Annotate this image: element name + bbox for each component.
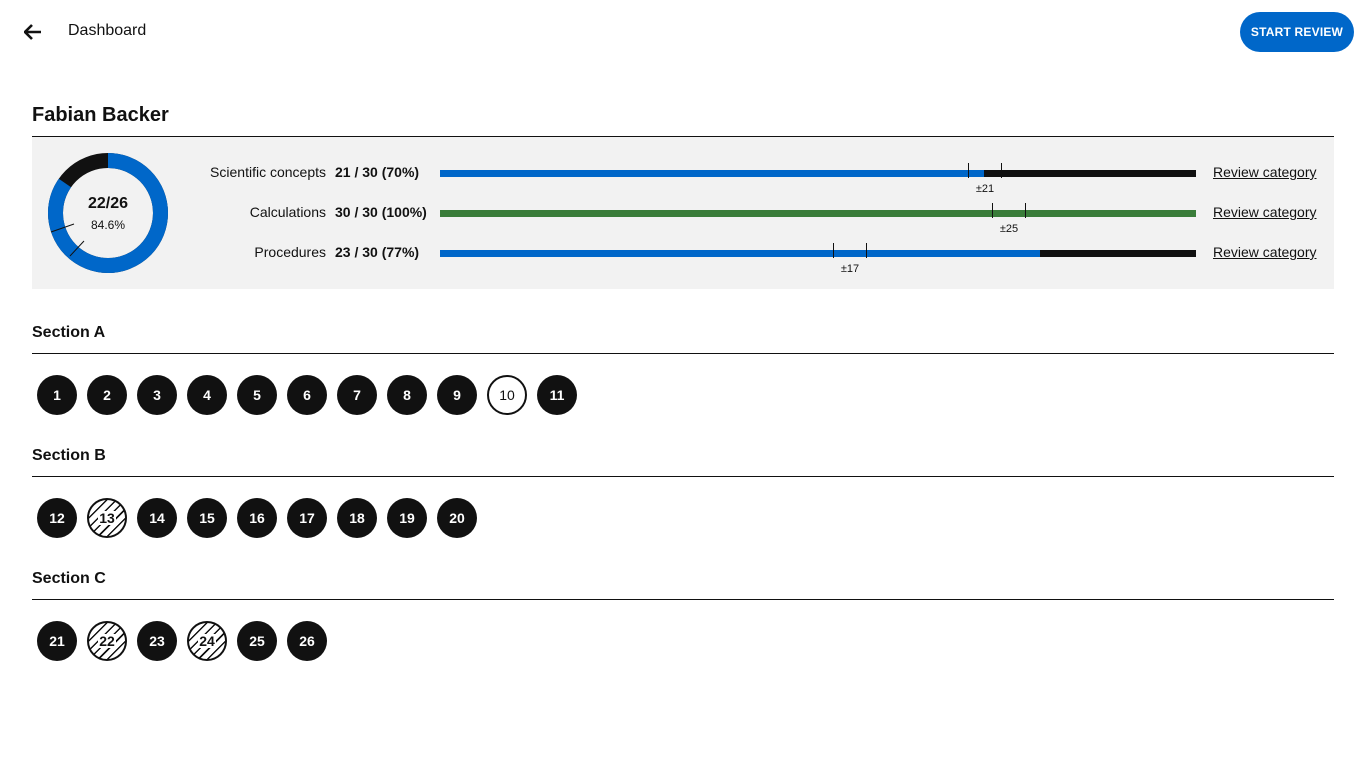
category-bar-fill bbox=[440, 250, 1040, 257]
question-bubble[interactable]: 12 bbox=[37, 498, 77, 538]
review-category-link[interactable]: Review category bbox=[1213, 164, 1317, 180]
question-number: 3 bbox=[153, 387, 161, 403]
question-number: 7 bbox=[353, 387, 361, 403]
question-number: 14 bbox=[149, 510, 165, 526]
question-bubble[interactable]: 17 bbox=[287, 498, 327, 538]
question-number: 24 bbox=[198, 633, 216, 649]
category-score: 23 / 30 (77%) bbox=[335, 244, 420, 260]
question-number: 20 bbox=[449, 510, 465, 526]
category-row: Procedures 23 / 30 (77%) ±17 Review cate… bbox=[32, 243, 1334, 275]
question-bubble[interactable]: 20 bbox=[437, 498, 477, 538]
question-number: 10 bbox=[499, 387, 515, 403]
question-bubble[interactable]: 25 bbox=[237, 621, 277, 661]
arrow-left-icon bbox=[24, 24, 41, 40]
category-label: Calculations bbox=[249, 204, 326, 220]
question-bubble[interactable]: 13 bbox=[87, 498, 127, 538]
category-row: Calculations 30 / 30 (100%) ±25 Review c… bbox=[32, 203, 1334, 235]
question-bubble[interactable]: 5 bbox=[237, 375, 277, 415]
question-number: 19 bbox=[399, 510, 415, 526]
question-bubble[interactable]: 15 bbox=[187, 498, 227, 538]
question-number: 9 bbox=[453, 387, 461, 403]
error-tick bbox=[833, 243, 834, 258]
top-bar: Dashboard START REVIEW bbox=[0, 0, 1366, 64]
error-tick bbox=[1025, 203, 1026, 218]
question-bubble[interactable]: 7 bbox=[337, 375, 377, 415]
question-number: 18 bbox=[349, 510, 365, 526]
question-number: 2 bbox=[103, 387, 111, 403]
error-label: ±21 bbox=[975, 183, 995, 195]
divider bbox=[32, 476, 1334, 477]
question-bubble[interactable]: 2 bbox=[87, 375, 127, 415]
category-score: 21 / 30 (70%) bbox=[335, 164, 420, 180]
review-category-link[interactable]: Review category bbox=[1213, 244, 1317, 260]
review-category-link[interactable]: Review category bbox=[1213, 204, 1317, 220]
error-label: ±17 bbox=[840, 263, 860, 275]
question-list: 12 13 14 15 16 17 18 19 20 bbox=[37, 498, 477, 538]
question-number: 1 bbox=[53, 387, 61, 403]
divider bbox=[32, 599, 1334, 600]
section-title: Section B bbox=[32, 447, 106, 464]
question-bubble[interactable]: 8 bbox=[387, 375, 427, 415]
question-number: 6 bbox=[303, 387, 311, 403]
question-number: 16 bbox=[249, 510, 265, 526]
error-label: ±25 bbox=[999, 223, 1019, 235]
question-number: 4 bbox=[203, 387, 211, 403]
question-bubble[interactable]: 14 bbox=[137, 498, 177, 538]
category-bar: ±21 bbox=[440, 163, 1196, 195]
page-title: Dashboard bbox=[68, 22, 147, 39]
question-number: 21 bbox=[49, 633, 65, 649]
category-row: Scientific concepts 21 / 30 (70%) ±21 Re… bbox=[32, 163, 1334, 195]
score-summary-panel: 22/26 84.6% Scientific concepts 21 / 30 … bbox=[32, 137, 1334, 289]
question-number: 15 bbox=[199, 510, 215, 526]
question-bubble[interactable]: 4 bbox=[187, 375, 227, 415]
question-number: 23 bbox=[149, 633, 165, 649]
question-bubble[interactable]: 1 bbox=[37, 375, 77, 415]
question-number: 26 bbox=[299, 633, 315, 649]
divider bbox=[32, 353, 1334, 354]
question-number: 25 bbox=[249, 633, 265, 649]
question-bubble[interactable]: 18 bbox=[337, 498, 377, 538]
question-bubble[interactable]: 9 bbox=[437, 375, 477, 415]
question-number: 5 bbox=[253, 387, 261, 403]
question-bubble[interactable]: 19 bbox=[387, 498, 427, 538]
question-bubble[interactable]: 10 bbox=[487, 375, 527, 415]
section-title: Section C bbox=[32, 570, 106, 587]
question-number: 8 bbox=[403, 387, 411, 403]
error-tick bbox=[968, 163, 969, 178]
student-name: Fabian Backer bbox=[32, 104, 169, 126]
category-bar-fill bbox=[440, 170, 985, 177]
error-tick bbox=[866, 243, 867, 258]
question-number: 12 bbox=[49, 510, 65, 526]
question-list: 1 2 3 4 5 6 7 8 9 10 11 bbox=[37, 375, 577, 415]
question-bubble[interactable]: 22 bbox=[87, 621, 127, 661]
question-number: 13 bbox=[98, 510, 116, 526]
category-label: Scientific concepts bbox=[210, 164, 326, 180]
question-bubble[interactable]: 21 bbox=[37, 621, 77, 661]
category-bar: ±25 bbox=[440, 203, 1196, 235]
question-bubble[interactable]: 6 bbox=[287, 375, 327, 415]
question-number: 11 bbox=[549, 387, 565, 403]
back-button[interactable] bbox=[18, 16, 48, 48]
question-bubble[interactable]: 3 bbox=[137, 375, 177, 415]
question-bubble[interactable]: 23 bbox=[137, 621, 177, 661]
question-number: 22 bbox=[98, 633, 116, 649]
category-bar-fill bbox=[440, 210, 1196, 217]
category-label: Procedures bbox=[254, 244, 326, 260]
error-tick bbox=[992, 203, 993, 218]
category-bar: ±17 bbox=[440, 243, 1196, 275]
question-number: 17 bbox=[299, 510, 315, 526]
question-bubble[interactable]: 16 bbox=[237, 498, 277, 538]
question-list: 21 22 23 24 25 26 bbox=[37, 621, 327, 661]
start-review-button[interactable]: START REVIEW bbox=[1240, 12, 1354, 52]
question-bubble[interactable]: 26 bbox=[287, 621, 327, 661]
error-tick bbox=[1001, 163, 1002, 178]
question-bubble[interactable]: 11 bbox=[537, 375, 577, 415]
section-title: Section A bbox=[32, 324, 106, 341]
category-score: 30 / 30 (100%) bbox=[335, 204, 427, 220]
question-bubble[interactable]: 24 bbox=[187, 621, 227, 661]
